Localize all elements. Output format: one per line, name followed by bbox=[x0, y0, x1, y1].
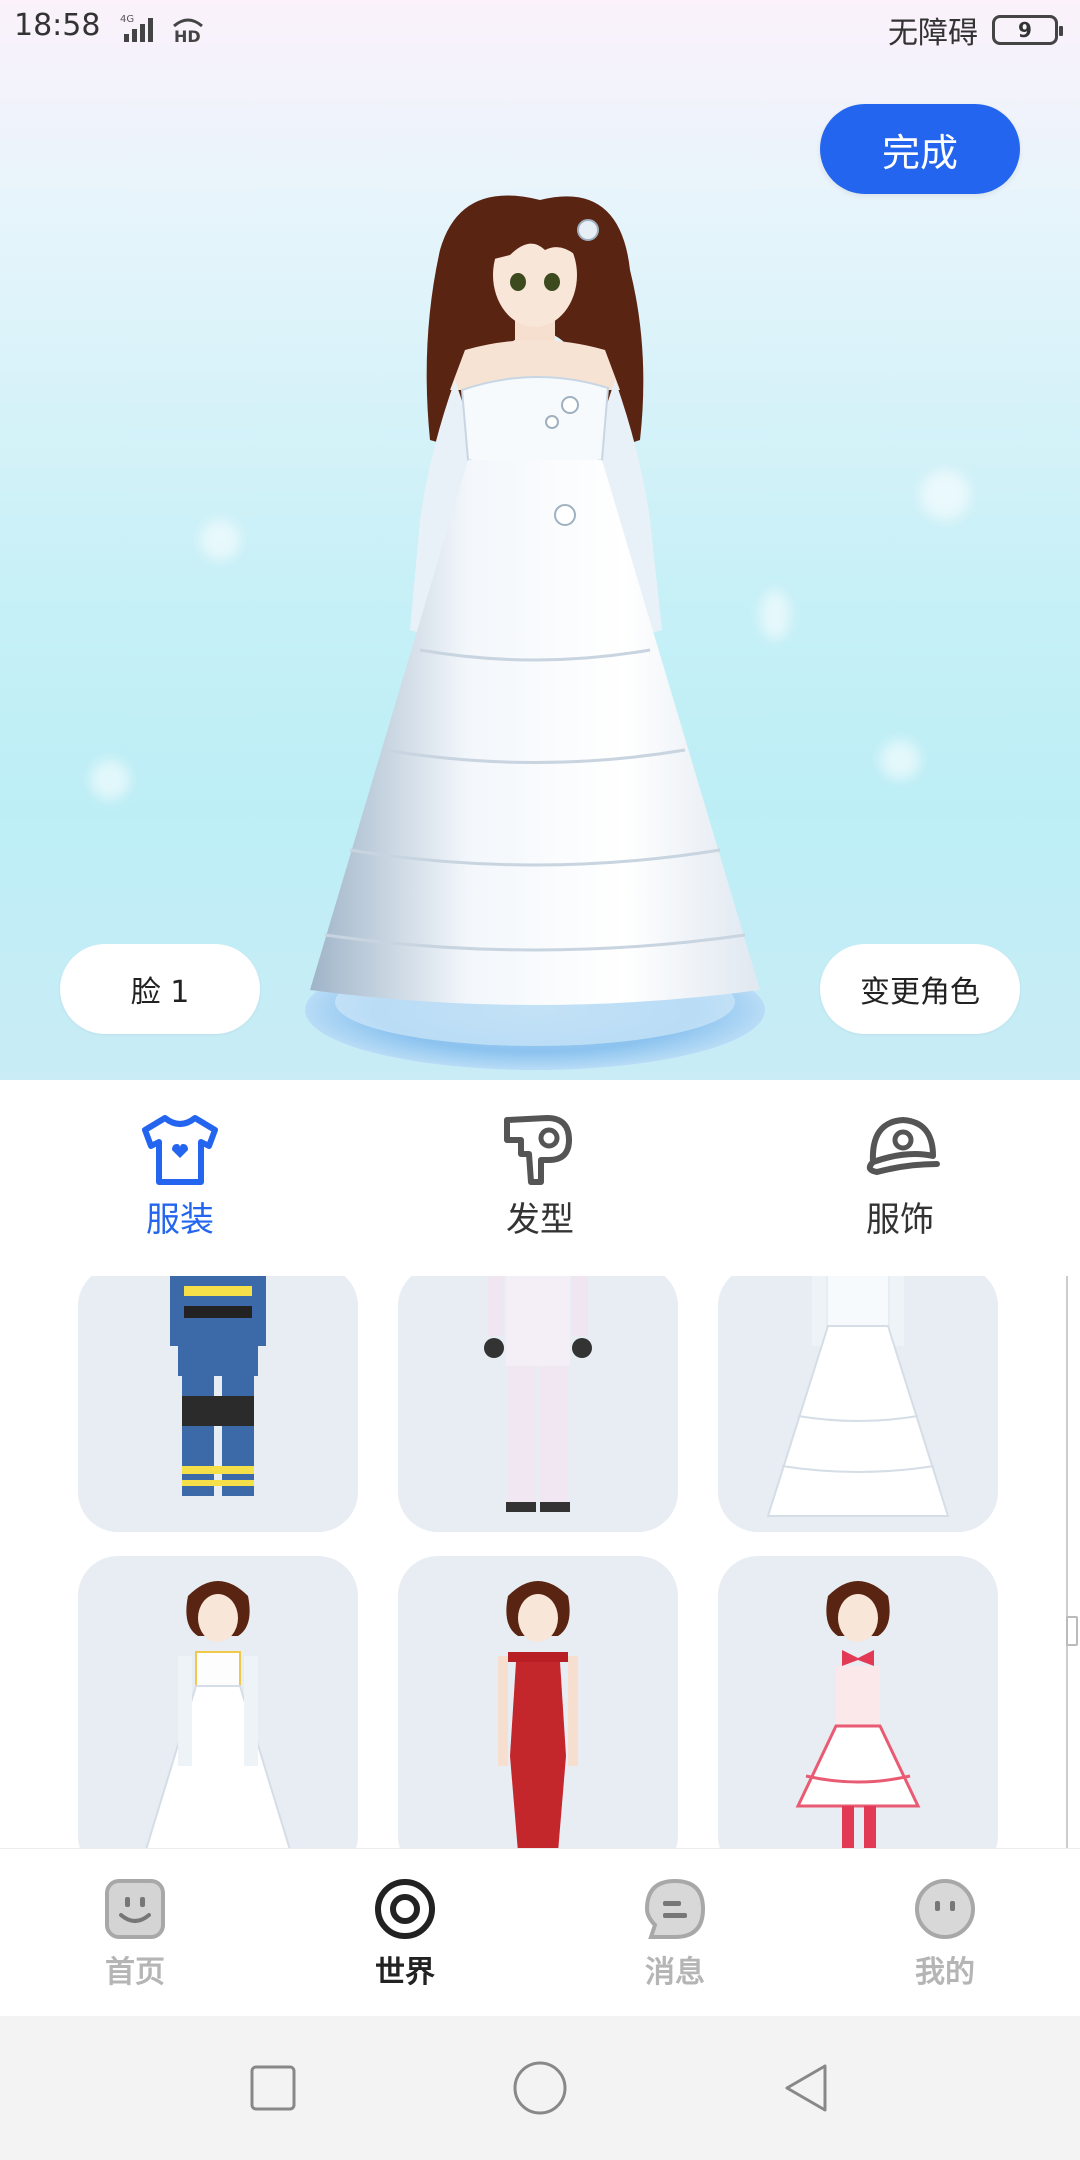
outfit-thumbnail bbox=[484, 1276, 592, 1512]
outfit-card-wedding-dress[interactable] bbox=[718, 1276, 998, 1532]
tab-clothing[interactable]: 服装 bbox=[0, 1080, 360, 1276]
nav-home[interactable]: 首页 bbox=[0, 1849, 270, 2016]
scroll-thumb[interactable] bbox=[1066, 1616, 1078, 1646]
outfit-card-red-dress[interactable] bbox=[398, 1556, 678, 1848]
outfit-thumbnail bbox=[795, 1581, 921, 1848]
outfit-thumbnail bbox=[498, 1581, 578, 1848]
square-icon bbox=[250, 2065, 296, 2111]
home-face-icon bbox=[105, 1879, 165, 1939]
nav-label: 首页 bbox=[105, 1955, 165, 1990]
nav-messages[interactable]: 消息 bbox=[540, 1849, 810, 2016]
battery-level: 9 bbox=[1018, 18, 1032, 42]
hd-voice-icon: HD bbox=[173, 18, 203, 44]
signal-icon: 4G bbox=[120, 14, 153, 42]
outfit-card-maid-dress[interactable] bbox=[718, 1556, 998, 1848]
tab-accessories[interactable]: 服饰 bbox=[720, 1080, 1080, 1276]
cap-icon bbox=[866, 1117, 940, 1176]
hair-dryer-icon bbox=[504, 1115, 572, 1185]
outfit-thumbnail bbox=[145, 1581, 291, 1848]
nav-label: 消息 bbox=[645, 1955, 705, 1990]
sparkle bbox=[90, 760, 130, 800]
status-bar: 18:58 4G HD 无障碍 9 bbox=[0, 0, 1080, 56]
sparkle bbox=[200, 520, 240, 560]
circle-icon bbox=[513, 2061, 567, 2115]
battery-icon: 9 bbox=[992, 15, 1063, 45]
home-button[interactable] bbox=[510, 2058, 570, 2118]
tab-hairstyle[interactable]: 发型 bbox=[360, 1080, 720, 1276]
message-bubble-icon bbox=[644, 1878, 706, 1939]
outfit-card-firefighter[interactable] bbox=[78, 1276, 358, 1532]
outfit-card-white-jumpsuit[interactable] bbox=[398, 1276, 678, 1532]
svg-text:4G: 4G bbox=[120, 14, 134, 25]
world-ring-icon bbox=[375, 1879, 435, 1939]
recent-apps-button[interactable] bbox=[243, 2058, 303, 2118]
face-selector-button[interactable]: 脸 1 bbox=[60, 944, 260, 1034]
nav-label: 我的 bbox=[915, 1955, 975, 1990]
sparkle bbox=[880, 740, 920, 780]
character-preview-stage[interactable]: 完成 脸 1 变更角色 bbox=[0, 0, 1080, 1080]
nav-profile[interactable]: 我的 bbox=[810, 1849, 1080, 2016]
tab-label: 发型 bbox=[506, 1200, 574, 1240]
network-indicator: 4G HD bbox=[120, 12, 206, 44]
profile-face-icon bbox=[915, 1879, 975, 1939]
sparkle bbox=[920, 470, 970, 520]
done-button[interactable]: 完成 bbox=[820, 104, 1020, 194]
grid-scrollbar[interactable] bbox=[1066, 1276, 1078, 1848]
back-button[interactable] bbox=[777, 2058, 837, 2118]
shirt-icon bbox=[142, 1115, 218, 1185]
status-right: 无障碍 9 bbox=[888, 8, 1063, 52]
bottom-nav: 首页 世界 消息 我的 bbox=[0, 1848, 1080, 2016]
nav-label: 世界 bbox=[375, 1955, 435, 1990]
status-time: 18:58 bbox=[14, 8, 101, 43]
outfit-grid bbox=[0, 1276, 1080, 1848]
outfit-card-white-gown[interactable] bbox=[78, 1556, 358, 1848]
outfit-thumbnail bbox=[170, 1276, 266, 1496]
change-role-button[interactable]: 变更角色 bbox=[820, 944, 1020, 1034]
accessibility-label: 无障碍 bbox=[888, 16, 978, 51]
nav-world[interactable]: 世界 bbox=[270, 1849, 540, 2016]
system-navigation-bar bbox=[0, 2016, 1080, 2160]
tab-label: 服饰 bbox=[866, 1200, 934, 1240]
character-model[interactable] bbox=[290, 190, 790, 1080]
back-triangle-icon bbox=[785, 2064, 827, 2112]
tab-label: 服装 bbox=[146, 1200, 214, 1240]
category-tabs: 服装 发型 服饰 bbox=[0, 1080, 1080, 1276]
svg-text:HD: HD bbox=[174, 27, 201, 44]
outfit-thumbnail bbox=[766, 1276, 950, 1517]
